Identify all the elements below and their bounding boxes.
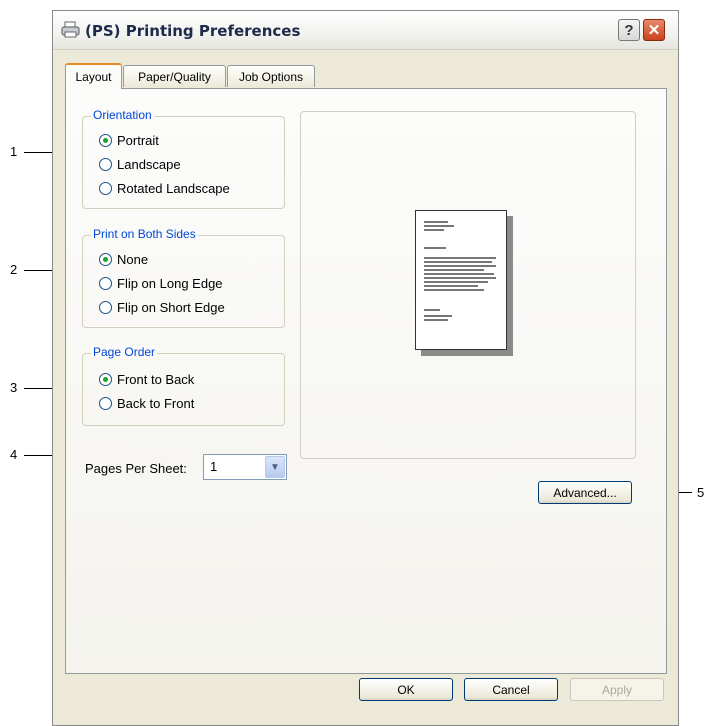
pages-per-sheet-label: Pages Per Sheet: — [85, 461, 187, 476]
layout-panel: Orientation Portrait Landscape Rotated L… — [65, 88, 667, 674]
page-order-group: Page Order Front to Back Back to Front — [82, 345, 285, 426]
help-button[interactable]: ? — [618, 19, 640, 41]
radio-checked-icon[interactable] — [99, 134, 112, 147]
orientation-legend: Orientation — [91, 108, 154, 122]
radio-label: Portrait — [117, 133, 159, 148]
pages-per-sheet-select[interactable]: 1 ▼ — [203, 454, 287, 480]
radio-checked-icon[interactable] — [99, 373, 112, 386]
radio-unchecked-icon[interactable] — [99, 301, 112, 314]
printing-preferences-dialog: (PS) Printing Preferences ? ✕ Layout Pap… — [52, 10, 679, 726]
callout-3: 3 — [10, 380, 18, 395]
tab-job-options[interactable]: Job Options — [227, 65, 315, 87]
orientation-group: Orientation Portrait Landscape Rotated L… — [82, 108, 285, 209]
radio-label: Back to Front — [117, 396, 195, 411]
advanced-button[interactable]: Advanced... — [538, 481, 632, 504]
apply-button[interactable]: Apply — [570, 678, 664, 701]
chevron-down-icon[interactable]: ▼ — [265, 456, 285, 478]
callout-1: 1 — [10, 144, 18, 159]
cancel-button[interactable]: Cancel — [464, 678, 558, 701]
radio-checked-icon[interactable] — [99, 253, 112, 266]
radio-label: Rotated Landscape — [117, 181, 230, 196]
radio-landscape[interactable]: Landscape — [99, 157, 181, 172]
portrait-page-icon — [415, 210, 507, 350]
callout-4: 4 — [10, 447, 18, 462]
radio-label: None — [117, 252, 149, 267]
radio-unchecked-icon[interactable] — [99, 277, 112, 290]
radio-unchecked-icon[interactable] — [99, 397, 112, 410]
close-button[interactable]: ✕ — [643, 19, 665, 41]
radio-front-to-back[interactable]: Front to Back — [99, 372, 194, 387]
tab-layout[interactable]: Layout — [65, 63, 122, 89]
radio-label: Flip on Long Edge — [117, 276, 223, 291]
page-order-legend: Page Order — [91, 345, 158, 359]
ok-button[interactable]: OK — [359, 678, 453, 701]
window-title: (PS) Printing Preferences — [85, 22, 301, 40]
callout-5: 5 — [697, 485, 705, 500]
tab-paper-quality[interactable]: Paper/Quality — [123, 65, 226, 87]
radio-label: Flip on Short Edge — [117, 300, 225, 315]
radio-flip-long-edge[interactable]: Flip on Long Edge — [99, 276, 223, 291]
page-preview — [300, 111, 636, 459]
pages-per-sheet-value: 1 — [210, 459, 218, 474]
radio-unchecked-icon[interactable] — [99, 182, 112, 195]
title-bar: (PS) Printing Preferences ? ✕ — [53, 11, 678, 50]
radio-none[interactable]: None — [99, 252, 148, 267]
radio-label: Landscape — [117, 157, 181, 172]
radio-label: Front to Back — [117, 372, 195, 387]
radio-flip-short-edge[interactable]: Flip on Short Edge — [99, 300, 225, 315]
printer-icon — [61, 21, 81, 39]
both-sides-group: Print on Both Sides None Flip on Long Ed… — [82, 227, 285, 328]
radio-rotated-landscape[interactable]: Rotated Landscape — [99, 181, 230, 196]
radio-back-to-front[interactable]: Back to Front — [99, 396, 194, 411]
both-sides-legend: Print on Both Sides — [91, 227, 198, 241]
callout-2: 2 — [10, 262, 18, 277]
radio-unchecked-icon[interactable] — [99, 158, 112, 171]
radio-portrait[interactable]: Portrait — [99, 133, 159, 148]
